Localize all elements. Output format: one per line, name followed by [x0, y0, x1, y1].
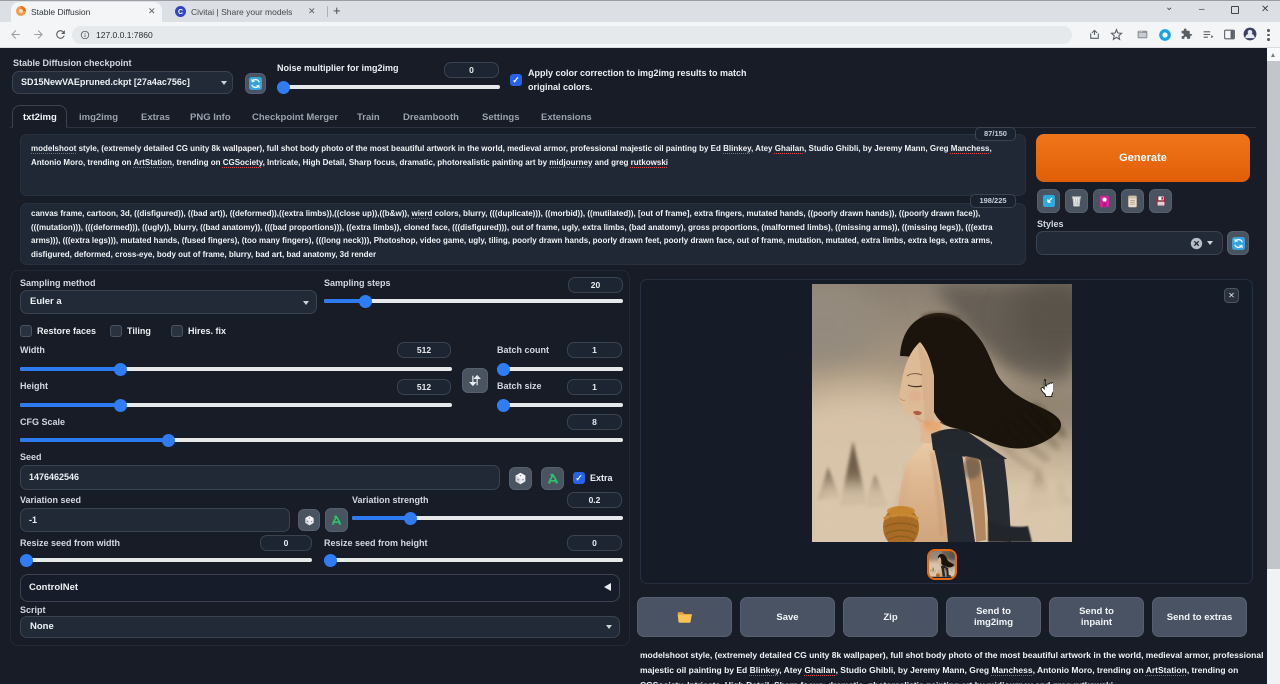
svg-text:C: C [178, 9, 183, 16]
